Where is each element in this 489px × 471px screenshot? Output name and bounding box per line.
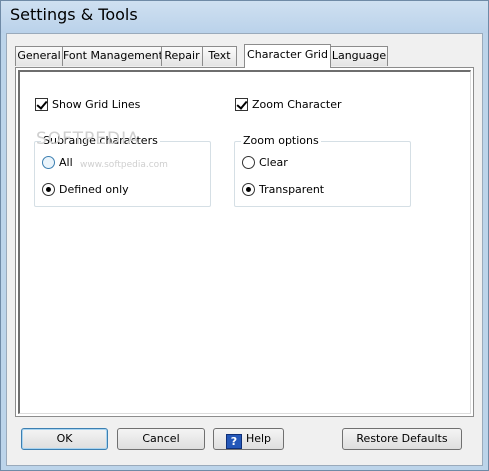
dialog-client-area: General Font Management Repair Text Char… xyxy=(6,33,483,466)
zoom-character-label[interactable]: Zoom Character xyxy=(252,98,342,111)
zoom-options-group: Zoom options Clear Transparent xyxy=(234,134,411,207)
subrange-defined-only-label[interactable]: Defined only xyxy=(59,183,129,196)
restore-defaults-button[interactable]: Restore Defaults xyxy=(342,428,462,450)
settings-window: Settings & Tools General Font Management… xyxy=(0,0,489,471)
title-bar[interactable]: Settings & Tools xyxy=(1,1,488,33)
panel-inner-frame: Show Grid Lines Zoom Character Subrange … xyxy=(18,70,471,414)
subrange-defined-only-radio[interactable] xyxy=(42,183,55,196)
checkmark-icon xyxy=(36,98,48,110)
tab-language[interactable]: Language xyxy=(330,46,388,66)
tab-character-grid[interactable]: Character Grid xyxy=(244,44,331,68)
zoom-clear-label[interactable]: Clear xyxy=(259,156,288,169)
tab-repair[interactable]: Repair xyxy=(161,46,203,66)
subrange-all-radio[interactable] xyxy=(42,156,55,169)
help-question-icon: ? xyxy=(225,434,242,449)
ok-button[interactable]: OK xyxy=(21,428,108,450)
zoom-clear-radio[interactable] xyxy=(242,156,255,169)
show-grid-lines-label[interactable]: Show Grid Lines xyxy=(52,98,140,111)
softpedia-watermark-url: www.softpedia.com xyxy=(80,160,168,170)
tab-font-management[interactable]: Font Management xyxy=(62,46,163,66)
subrange-characters-group: Subrange characters All Defined only xyxy=(34,134,211,207)
help-button-label: Help xyxy=(245,432,272,445)
zoom-options-group-title: Zoom options xyxy=(241,134,321,147)
softpedia-watermark: SOFTPEDIA xyxy=(36,129,140,149)
checkmark-icon xyxy=(236,98,248,110)
zoom-transparent-radio[interactable] xyxy=(242,183,255,196)
subrange-all-label[interactable]: All xyxy=(59,156,73,169)
help-button[interactable]: ? Help xyxy=(213,428,284,450)
radio-selected-dot xyxy=(246,187,251,192)
zoom-character-checkbox[interactable] xyxy=(235,98,248,111)
window-title: Settings & Tools xyxy=(10,5,138,24)
character-grid-panel: Show Grid Lines Zoom Character Subrange … xyxy=(15,67,474,417)
cancel-button[interactable]: Cancel xyxy=(117,428,205,450)
show-grid-lines-checkbox[interactable] xyxy=(35,98,48,111)
zoom-transparent-label[interactable]: Transparent xyxy=(259,183,324,196)
tab-text[interactable]: Text xyxy=(202,46,237,66)
tab-general[interactable]: General xyxy=(15,46,63,66)
radio-selected-dot xyxy=(46,187,51,192)
